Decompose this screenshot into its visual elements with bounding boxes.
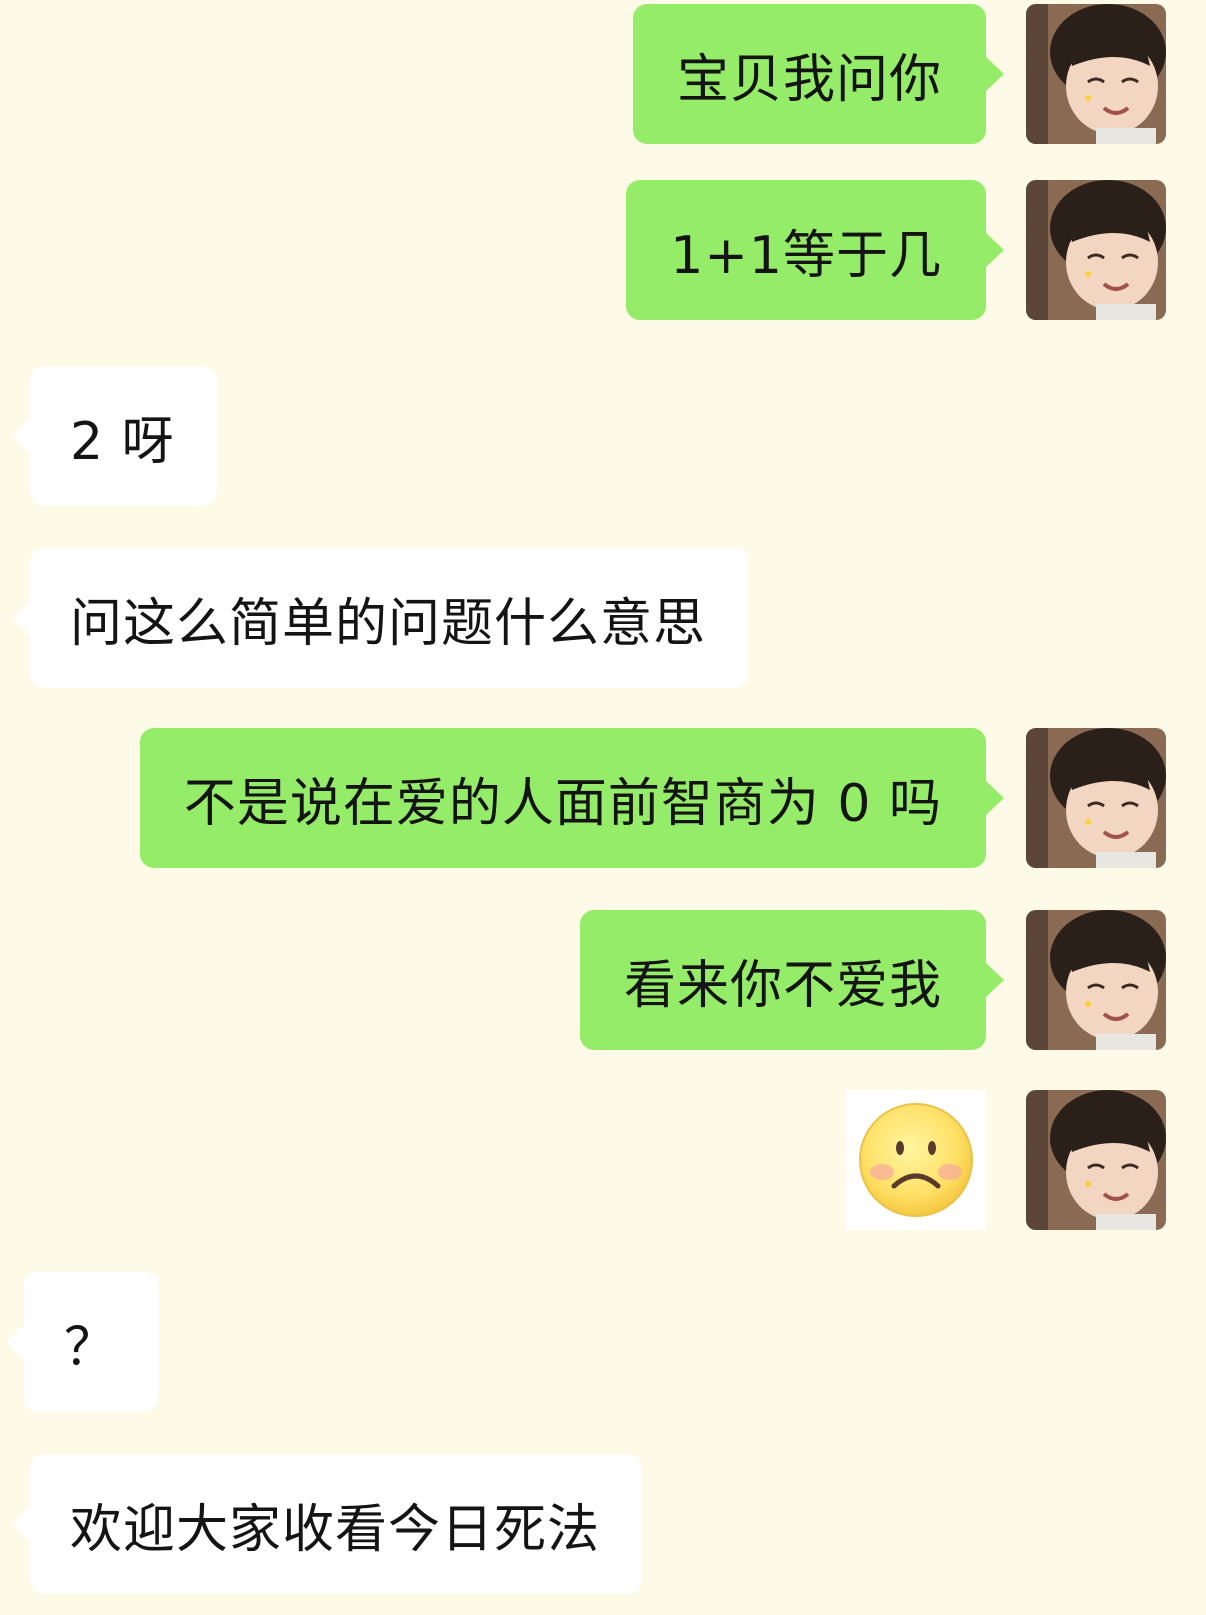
message-bubble-incoming[interactable]: ？: [5, 1272, 160, 1412]
message-row-outgoing: 宝贝我问你: [0, 4, 1206, 144]
message-text: 宝贝我问你: [676, 49, 942, 110]
sticker-message[interactable]: [846, 1090, 986, 1230]
message-row-incoming: ？: [0, 1272, 1206, 1412]
avatar-icon: [1026, 1090, 1166, 1230]
message-bubble-outgoing[interactable]: 不是说在爱的人面前智商为 0 吗: [139, 728, 1005, 868]
message-bubble-outgoing[interactable]: 看来你不爱我: [579, 910, 1005, 1050]
message-text: 2 呀: [70, 411, 175, 472]
chat-area: 宝贝我问你 1+1等于几 2 呀 问这么简单的问题什么意思 不是说在爱的人面前智…: [0, 0, 1206, 1615]
avatar-icon: [1026, 180, 1166, 320]
avatar-icon: [1026, 728, 1166, 868]
avatar[interactable]: [1026, 4, 1166, 144]
message-text: 看来你不爱我: [623, 955, 942, 1016]
sad-face-emoji-icon: [859, 1103, 973, 1217]
message-row-outgoing: 1+1等于几: [0, 180, 1206, 320]
avatar[interactable]: [1026, 728, 1166, 868]
avatar-icon: [1026, 4, 1166, 144]
message-row-incoming: 欢迎大家收看今日死法: [0, 1454, 1206, 1594]
message-row-incoming: 2 呀: [0, 366, 1206, 506]
message-text: 欢迎大家收看今日死法: [70, 1499, 601, 1560]
message-bubble-incoming[interactable]: 2 呀: [12, 366, 217, 506]
message-bubble-outgoing[interactable]: 1+1等于几: [626, 180, 1004, 320]
avatar[interactable]: [1026, 180, 1166, 320]
message-row-incoming: 问这么简单的问题什么意思: [0, 548, 1206, 688]
message-text: 问这么简单的问题什么意思: [70, 593, 707, 654]
message-text: ？: [64, 1317, 118, 1378]
avatar[interactable]: [1026, 1090, 1166, 1230]
avatar[interactable]: [1026, 910, 1166, 1050]
message-text: 不是说在爱的人面前智商为 0 吗: [183, 773, 942, 834]
message-bubble-incoming[interactable]: 问这么简单的问题什么意思: [11, 548, 749, 688]
message-row-outgoing: [0, 1090, 1206, 1230]
message-bubble-incoming[interactable]: 欢迎大家收看今日死法: [11, 1454, 643, 1594]
message-bubble-outgoing[interactable]: 宝贝我问你: [632, 4, 1005, 144]
message-row-outgoing: 看来你不爱我: [0, 910, 1206, 1050]
message-row-outgoing: 不是说在爱的人面前智商为 0 吗: [0, 728, 1206, 868]
avatar-icon: [1026, 910, 1166, 1050]
message-text: 1+1等于几: [670, 225, 942, 286]
